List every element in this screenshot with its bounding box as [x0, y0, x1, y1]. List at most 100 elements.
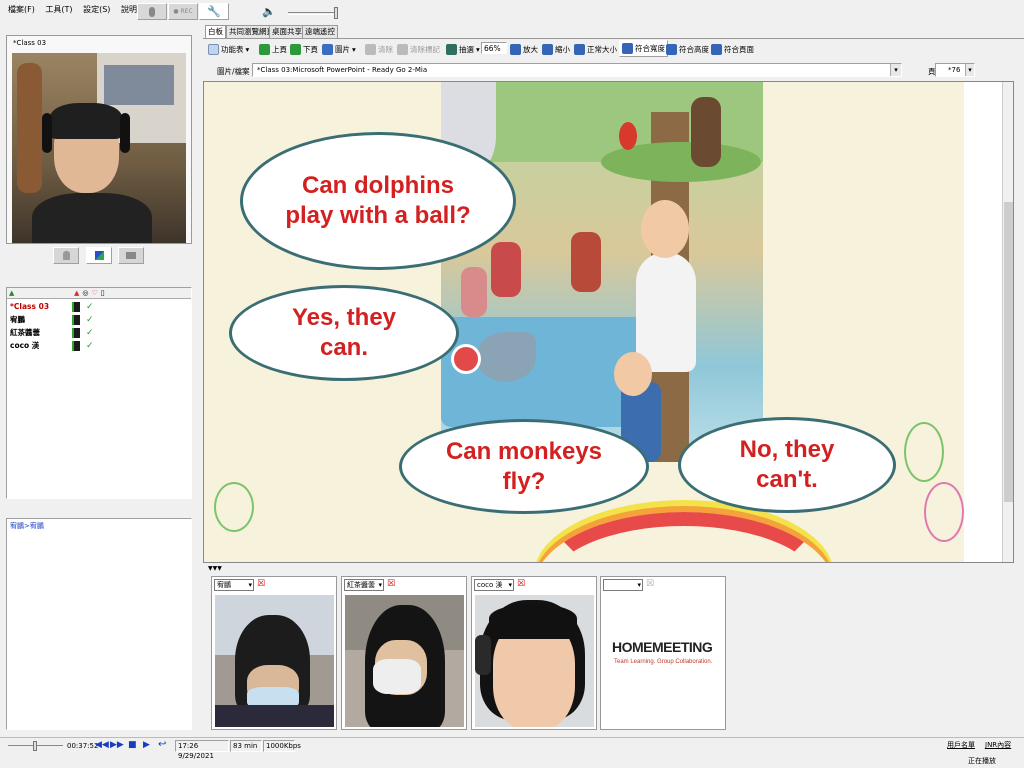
prev-page-button[interactable]: 上頁 — [259, 41, 287, 57]
chevron-down-icon[interactable]: ▾ — [965, 64, 974, 76]
video-panel-1: 宥鵬 ☒ — [211, 576, 337, 730]
student-video-2 — [345, 595, 464, 727]
video-user-select[interactable]: coco 渼 — [474, 579, 514, 591]
file-select[interactable]: *Class 03:Microsoft PowerPoint - Ready G… — [252, 63, 902, 77]
video-user-select[interactable] — [603, 579, 643, 591]
tree-decoration — [214, 482, 254, 532]
close-icon[interactable]: ☒ — [517, 579, 525, 589]
fit-page-button[interactable]: 符合頁面 — [711, 41, 754, 57]
function-menu-button[interactable]: 功能表 ▾ — [208, 41, 249, 57]
whiteboard-area[interactable]: Can dolphins play with a ball? Yes, they… — [203, 81, 1014, 563]
camera-icon — [126, 252, 136, 259]
fit-width-button[interactable]: 符合寬度 — [619, 40, 668, 57]
clear-button[interactable]: 清除 — [365, 41, 393, 57]
wrench-button[interactable]: 🔧 — [199, 3, 229, 20]
user-list-item[interactable]: 宥鵬 ✓ — [10, 313, 188, 326]
user-list-item[interactable]: coco 渼 ✓ — [10, 339, 188, 352]
zoom-out-button[interactable]: 縮小 — [542, 41, 570, 57]
speaker-icon: 🔈 — [262, 5, 276, 18]
user-list-item[interactable]: 紅茶醬蕓 ✓ — [10, 326, 188, 339]
mic-level-icon — [72, 340, 80, 351]
snapshot-button[interactable] — [118, 247, 144, 264]
zoom-in-button[interactable]: 放大 — [510, 41, 538, 57]
chat-line: 宥鵬>宥鵬 — [10, 522, 44, 530]
close-icon[interactable]: ☒ — [387, 579, 395, 589]
menu-bar: 檔案(F) 工具(T) 設定(S) 說明(H) — [4, 0, 153, 20]
playback-thumb[interactable] — [33, 741, 37, 751]
left-panel: *Class 03 ▲ ▲ ◎ ♡ ▯ *Class 03 ✓ 宥鵬 ✓ 紅茶醬蕓 — [0, 25, 198, 735]
select-button[interactable]: 抽選 ▾ — [446, 41, 480, 57]
tree-decoration — [924, 482, 964, 542]
fit-width-icon — [622, 43, 633, 54]
student-video-1 — [215, 595, 334, 727]
page-select[interactable]: *76 ▾ — [935, 63, 975, 77]
wrench-icon: 🔧 — [207, 5, 221, 18]
rewind-button[interactable]: ◀◀ — [95, 740, 109, 750]
return-icon[interactable]: ↩ — [158, 739, 166, 750]
picture-icon — [322, 43, 333, 55]
volume-slider-thumb[interactable] — [334, 7, 338, 19]
vertical-scrollbar[interactable] — [1002, 82, 1013, 562]
play-button[interactable]: ▶ — [143, 740, 150, 750]
splitter-handle[interactable]: ▼▼▼ — [208, 565, 222, 572]
bitrate: 1000Kbps — [263, 740, 301, 752]
tab-remote-control[interactable]: 遠端遙控 — [302, 25, 338, 38]
share-button[interactable] — [86, 247, 112, 264]
class-label: *Class 03 — [13, 39, 47, 47]
speech-bubble-4: No, they can't. — [678, 417, 896, 513]
zoom-out-icon — [542, 43, 553, 55]
check-icon: ✓ — [86, 327, 94, 338]
mic-level-icon — [72, 314, 80, 325]
clear-marks-icon — [397, 43, 408, 55]
user-list-item[interactable]: *Class 03 ✓ — [10, 300, 188, 313]
teacher-video — [12, 53, 186, 243]
close-icon[interactable]: ☒ — [646, 579, 654, 589]
user-rows: *Class 03 ✓ 宥鵬 ✓ 紅茶醬蕓 ✓ coco 渼 ✓ — [7, 299, 191, 353]
mic-button[interactable] — [137, 3, 167, 20]
user-list-button[interactable]: 用戶名單 — [947, 740, 975, 750]
normal-size-icon — [574, 43, 585, 55]
slide: Can dolphins play with a ball? Yes, they… — [204, 82, 964, 562]
logo-tagline: Team Learning. Group Collaboration. — [614, 659, 713, 665]
speech-bubble-3: Can monkeys fly? — [399, 419, 649, 514]
menu-file[interactable]: 檔案(F) — [4, 0, 39, 20]
fit-height-button[interactable]: 符合高度 — [666, 41, 709, 57]
chat-area[interactable]: 宥鵬>宥鵬 — [6, 518, 192, 730]
stop-button[interactable]: ■ — [128, 740, 137, 750]
speech-bubble-2: Yes, they can. — [229, 285, 459, 381]
zoom-input[interactable]: 66% — [481, 42, 507, 54]
user-name: *Class 03 — [10, 302, 50, 311]
fast-forward-button[interactable]: ▶▶ — [110, 740, 124, 750]
scrollbar-thumb[interactable] — [1004, 202, 1013, 502]
picture-button[interactable]: 圖片 ▾ — [322, 41, 356, 57]
speech-bubble-1: Can dolphins play with a ball? — [240, 132, 516, 270]
tab-desktop-share[interactable]: 桌面共享 — [269, 25, 305, 38]
jnr-button[interactable]: JNR內容 — [985, 740, 1011, 750]
tab-whiteboard[interactable]: 白板 — [205, 25, 226, 39]
fit-page-icon — [711, 43, 722, 55]
menu-tools[interactable]: 工具(T) — [41, 0, 76, 20]
mic-level-icon — [72, 327, 80, 338]
duration: 83 min — [230, 740, 262, 752]
check-icon: ✓ — [86, 340, 94, 351]
normal-size-button[interactable]: 正常大小 — [574, 41, 617, 57]
homemeeting-logo: HOMEMEETING Team Learning. Group Collabo… — [604, 595, 723, 727]
volume-slider[interactable] — [288, 7, 338, 19]
video-user-select[interactable]: 紅茶醬蕓 — [344, 579, 384, 591]
playback-slider[interactable] — [8, 741, 63, 751]
content-toolbar: 功能表 ▾ 上頁 下頁 圖片 ▾ 清除 清除標記 抽選 ▾ 66% 放大 縮小 正常大… — [203, 40, 1024, 58]
chevron-down-icon[interactable]: ▾ — [890, 64, 901, 76]
clear-marks-button[interactable]: 清除標記 — [397, 41, 440, 57]
zoom-in-icon — [510, 43, 521, 55]
rec-button[interactable]: ● REC — [168, 3, 198, 20]
menu-settings[interactable]: 設定(S) — [79, 0, 114, 20]
tree-decoration — [904, 422, 944, 482]
video-user-select[interactable]: 宥鵬 — [214, 579, 254, 591]
next-page-button[interactable]: 下頁 — [290, 41, 318, 57]
mic-col-icon: ▲ — [74, 289, 80, 297]
video-panel-2: 紅茶醬蕓 ☒ — [341, 576, 467, 730]
close-icon[interactable]: ☒ — [257, 579, 265, 589]
doc-col-icon: ▯ — [100, 289, 105, 297]
camera-off-button[interactable] — [53, 247, 79, 264]
clear-icon — [365, 43, 376, 55]
